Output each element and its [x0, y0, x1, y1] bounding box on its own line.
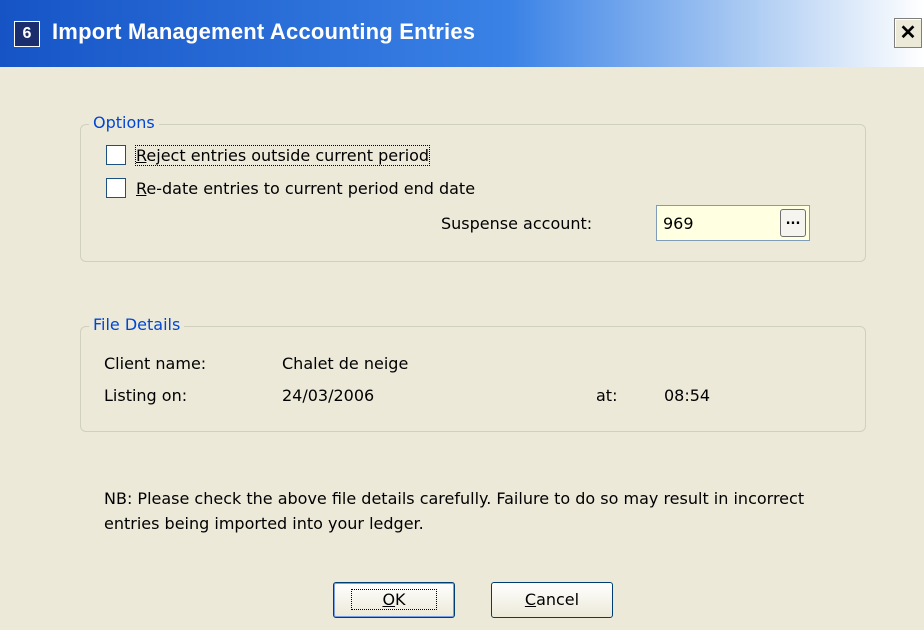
window-title: Import Management Accounting Entries	[52, 19, 476, 44]
cancel-mnemonic: C	[524, 590, 537, 609]
at-label: at:	[596, 386, 618, 405]
ellipsis-icon: ...	[785, 213, 801, 228]
reject-label-rest: eject entries outside current period	[146, 145, 430, 165]
redate-label-rest: e-date entries to current period end dat…	[146, 178, 476, 198]
app-icon: 6	[14, 21, 40, 47]
client-name-value: Chalet de neige	[282, 354, 409, 373]
redate-entries-label[interactable]: Re-date entries to current period end da…	[136, 179, 475, 198]
ok-button[interactable]: OK	[333, 582, 455, 618]
suspense-lookup-button[interactable]: ...	[780, 209, 806, 237]
cancel-button-label: Cancel	[525, 590, 579, 609]
cancel-label-rest: ancel	[536, 590, 580, 609]
ok-label-rest: K	[395, 590, 406, 609]
listing-date-value: 24/03/2006	[282, 386, 375, 405]
suspense-account-field[interactable]: 969 ...	[656, 205, 810, 241]
reject-entries-checkbox[interactable]	[106, 145, 126, 165]
ok-button-label: OK	[351, 589, 437, 610]
reject-entries-label[interactable]: Reject entries outside current period	[134, 144, 431, 166]
suspense-account-value: 969	[663, 214, 694, 233]
import-dialog: 6 Import Management Accounting Entries ✕…	[0, 0, 924, 630]
redate-entries-checkbox[interactable]	[106, 178, 126, 198]
title-bar[interactable]: 6 Import Management Accounting Entries ✕	[0, 0, 924, 67]
reject-mnemonic: R	[136, 145, 147, 165]
client-name-label: Client name:	[104, 354, 207, 373]
redate-mnemonic: R	[136, 178, 147, 198]
file-details-group: File Details	[80, 315, 866, 432]
close-icon: ✕	[899, 22, 917, 44]
redate-entries-row[interactable]: Re-date entries to current period end da…	[106, 178, 475, 198]
file-details-legend: File Details	[89, 315, 185, 334]
close-button[interactable]: ✕	[894, 18, 922, 48]
options-legend: Options	[89, 113, 159, 132]
suspense-account-label: Suspense account:	[441, 214, 593, 233]
reject-entries-row[interactable]: Reject entries outside current period	[106, 144, 431, 166]
warning-note: NB: Please check the above file details …	[104, 489, 805, 533]
cancel-button[interactable]: Cancel	[491, 582, 613, 618]
ok-mnemonic: O	[382, 590, 396, 609]
listing-on-label: Listing on:	[104, 386, 188, 405]
listing-time-value: 08:54	[664, 386, 711, 405]
